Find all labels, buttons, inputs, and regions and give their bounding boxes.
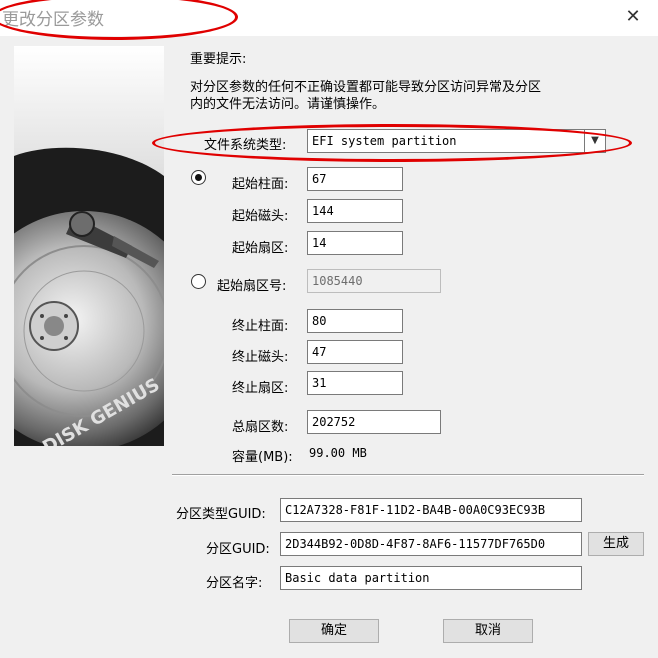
notice-line-2: 内的文件无法访问。请谨慎操作。 bbox=[190, 97, 386, 112]
end-cylinder-label: 终止柱面: bbox=[232, 319, 289, 334]
start-sector-input[interactable]: 14 bbox=[307, 231, 403, 255]
capacity-value: 99.00 MB bbox=[309, 446, 367, 460]
window-title: 更改分区参数 bbox=[2, 10, 104, 30]
partition-name-input[interactable]: Basic data partition bbox=[280, 566, 582, 590]
generate-guid-button[interactable]: 生成 bbox=[588, 532, 644, 556]
type-guid-input[interactable]: C12A7328-F81F-11D2-BA4B-00A0C93EC93B bbox=[280, 498, 582, 522]
close-icon[interactable]: ✕ bbox=[622, 6, 644, 28]
start-lba-input: 1085440 bbox=[307, 269, 441, 293]
ok-button[interactable]: 确定 bbox=[289, 619, 379, 643]
total-sectors-label: 总扇区数: bbox=[232, 420, 289, 435]
disk-illustration: DISK GENIUS bbox=[14, 46, 164, 446]
end-cylinder-input[interactable]: 80 bbox=[307, 309, 403, 333]
start-lba-label: 起始扇区号: bbox=[217, 279, 287, 294]
end-head-label: 终止磁头: bbox=[232, 350, 289, 365]
notice-heading: 重要提示: bbox=[190, 52, 247, 67]
total-sectors-input[interactable]: 202752 bbox=[307, 410, 441, 434]
fs-type-label: 文件系统类型: bbox=[204, 138, 287, 153]
cancel-button[interactable]: 取消 bbox=[443, 619, 533, 643]
end-sector-input[interactable]: 31 bbox=[307, 371, 403, 395]
start-head-input[interactable]: 144 bbox=[307, 199, 403, 223]
partition-name-label: 分区名字: bbox=[206, 576, 263, 591]
separator bbox=[172, 474, 644, 476]
start-head-label: 起始磁头: bbox=[232, 209, 289, 224]
part-guid-input[interactable]: 2D344B92-0D8D-4F87-8AF6-11577DF765D0 bbox=[280, 532, 582, 556]
chevron-down-icon[interactable]: ▼ bbox=[584, 130, 605, 152]
start-sector-label: 起始扇区: bbox=[232, 241, 289, 256]
end-head-input[interactable]: 47 bbox=[307, 340, 403, 364]
part-guid-label: 分区GUID: bbox=[206, 542, 270, 557]
fs-type-select[interactable]: EFI system partition ▼ bbox=[307, 129, 606, 153]
title-bar: 更改分区参数 ✕ bbox=[0, 0, 658, 36]
end-sector-label: 终止扇区: bbox=[232, 381, 289, 396]
start-cylinder-label: 起始柱面: bbox=[232, 177, 289, 192]
capacity-label: 容量(MB): bbox=[232, 450, 293, 465]
fs-type-value: EFI system partition bbox=[312, 134, 457, 148]
hard-disk-icon: DISK GENIUS bbox=[14, 46, 164, 446]
start-lba-radio[interactable] bbox=[191, 274, 206, 289]
start-chs-radio[interactable] bbox=[191, 170, 206, 185]
type-guid-label: 分区类型GUID: bbox=[176, 507, 266, 522]
start-cylinder-input[interactable]: 67 bbox=[307, 167, 403, 191]
